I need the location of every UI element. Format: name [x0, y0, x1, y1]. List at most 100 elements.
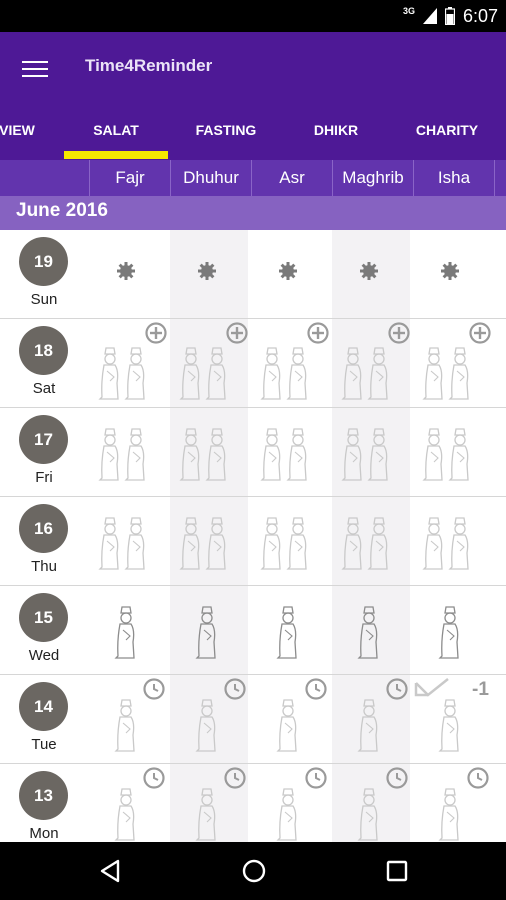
prayer-cell-fajr[interactable] — [90, 764, 170, 842]
prayer-cell-maghrib[interactable] — [333, 497, 413, 586]
menu-icon[interactable] — [20, 57, 50, 79]
prayer-cell-dhuhur[interactable] — [171, 675, 251, 764]
prayer-cell-asr[interactable] — [252, 408, 332, 497]
prayer-figure-icon — [422, 517, 469, 570]
prayer-cell-dhuhur[interactable] — [171, 764, 251, 842]
tab-charity[interactable]: CHARITY — [394, 104, 500, 160]
day-number: 17 — [19, 415, 68, 464]
day-name: Wed — [28, 647, 60, 664]
prayer-grid: 19 Sun 18 Sat 17 Fri 16 Thu 15 Wed 14 Tue -1 13 Mon — [0, 230, 506, 842]
day-row: 18 Sat — [0, 319, 506, 408]
prayer-cell-dhuhur[interactable] — [171, 497, 251, 586]
day-name: Mon — [29, 825, 59, 842]
missed-count-badge: -1 — [472, 679, 489, 700]
day-number: 13 — [19, 771, 68, 820]
prayer-cell-dhuhur[interactable] — [171, 230, 251, 319]
clock-icon — [114, 767, 165, 841]
prayer-cell-asr[interactable] — [252, 764, 332, 842]
prayer-figure-icon — [422, 428, 469, 481]
prayer-cell-dhuhur[interactable] — [171, 408, 251, 497]
prayer-cell-fajr[interactable] — [90, 230, 170, 319]
clock-icon — [357, 678, 408, 752]
day-number: 19 — [19, 237, 68, 286]
prayer-cell-fajr[interactable] — [90, 675, 170, 764]
day-row: 17 Fri — [0, 408, 506, 497]
day-cell[interactable]: 13 Mon — [0, 764, 88, 842]
prayer-figure-icon — [260, 517, 307, 570]
tab-view[interactable]: VIEW — [0, 104, 54, 160]
prayer-cell-maghrib[interactable] — [333, 675, 413, 764]
clock-icon — [357, 767, 408, 841]
prayer-figure-icon — [98, 428, 145, 481]
prayer-figure-icon — [260, 428, 307, 481]
prayer-cell-asr[interactable] — [252, 230, 332, 319]
day-number: 16 — [19, 504, 68, 553]
prayer-cell-dhuhur[interactable] — [171, 319, 251, 408]
prayer-figure-icon — [438, 606, 459, 659]
day-name: Fri — [35, 469, 53, 486]
day-row: 16 Thu — [0, 497, 506, 586]
day-row: 15 Wed — [0, 586, 506, 675]
clock-icon — [438, 767, 489, 841]
sun-icon — [198, 262, 216, 280]
day-row: 19 Sun — [0, 230, 506, 319]
day-number: 14 — [19, 682, 68, 731]
tab-indicator — [64, 151, 168, 159]
prayer-cell-asr[interactable] — [252, 319, 332, 408]
prayer-cell-isha[interactable]: -1 — [414, 675, 494, 764]
home-icon[interactable] — [239, 856, 269, 886]
prayer-cell-asr[interactable] — [252, 497, 332, 586]
add-icon — [98, 322, 167, 400]
network-type: 3G — [402, 6, 415, 16]
prayer-figure-icon — [341, 428, 388, 481]
prayer-figure-icon — [357, 606, 378, 659]
prayer-cell-fajr[interactable] — [90, 497, 170, 586]
prayer-cell-maghrib[interactable] — [333, 230, 413, 319]
prayer-cell-isha[interactable] — [414, 408, 494, 497]
sun-icon — [360, 262, 378, 280]
prayer-cell-isha[interactable] — [414, 319, 494, 408]
back-icon[interactable] — [96, 856, 126, 886]
add-icon — [341, 322, 410, 400]
day-cell[interactable]: 14 Tue — [0, 675, 88, 764]
day-cell[interactable]: 18 Sat — [0, 319, 88, 408]
day-cell[interactable]: 15 Wed — [0, 586, 88, 675]
prayer-cell-isha[interactable] — [414, 586, 494, 675]
prayer-header-dhuhur: Dhuhur — [170, 160, 251, 196]
status-bar: 3G 6:07 — [0, 0, 506, 32]
signal-icon — [422, 8, 437, 24]
prayer-cell-fajr[interactable] — [90, 586, 170, 675]
day-name: Sat — [32, 380, 56, 397]
month-header: June 2016 — [0, 196, 506, 230]
add-icon — [179, 322, 248, 400]
prayer-header-asr: Asr — [251, 160, 332, 196]
prayer-header-end — [494, 160, 506, 196]
day-cell[interactable]: 16 Thu — [0, 497, 88, 586]
day-number: 18 — [19, 326, 68, 375]
prayer-cell-maghrib[interactable] — [333, 319, 413, 408]
clock-icon — [114, 678, 165, 752]
status-icons: 3G 6:07 — [403, 4, 498, 28]
clock-icon — [276, 678, 327, 752]
prayer-cell-maghrib[interactable] — [333, 764, 413, 842]
sun-icon — [117, 262, 135, 280]
day-cell[interactable]: 17 Fri — [0, 408, 88, 497]
tab-dhikr[interactable]: DHIKR — [284, 104, 388, 160]
navigation-bar — [0, 842, 506, 900]
prayer-cell-dhuhur[interactable] — [171, 586, 251, 675]
recents-icon[interactable] — [382, 856, 412, 886]
tab-fasting[interactable]: FASTING — [174, 104, 278, 160]
prayer-cell-asr[interactable] — [252, 586, 332, 675]
prayer-header-maghrib: Maghrib — [332, 160, 413, 196]
prayer-cell-asr[interactable] — [252, 675, 332, 764]
prayer-cell-fajr[interactable] — [90, 408, 170, 497]
day-cell[interactable]: 19 Sun — [0, 230, 88, 319]
prayer-cell-isha[interactable] — [414, 230, 494, 319]
clock-icon — [276, 767, 327, 841]
prayer-cell-fajr[interactable] — [90, 319, 170, 408]
prayer-figure-icon — [195, 606, 216, 659]
prayer-cell-isha[interactable] — [414, 764, 494, 842]
prayer-cell-maghrib[interactable] — [333, 408, 413, 497]
prayer-cell-maghrib[interactable] — [333, 586, 413, 675]
prayer-cell-isha[interactable] — [414, 497, 494, 586]
